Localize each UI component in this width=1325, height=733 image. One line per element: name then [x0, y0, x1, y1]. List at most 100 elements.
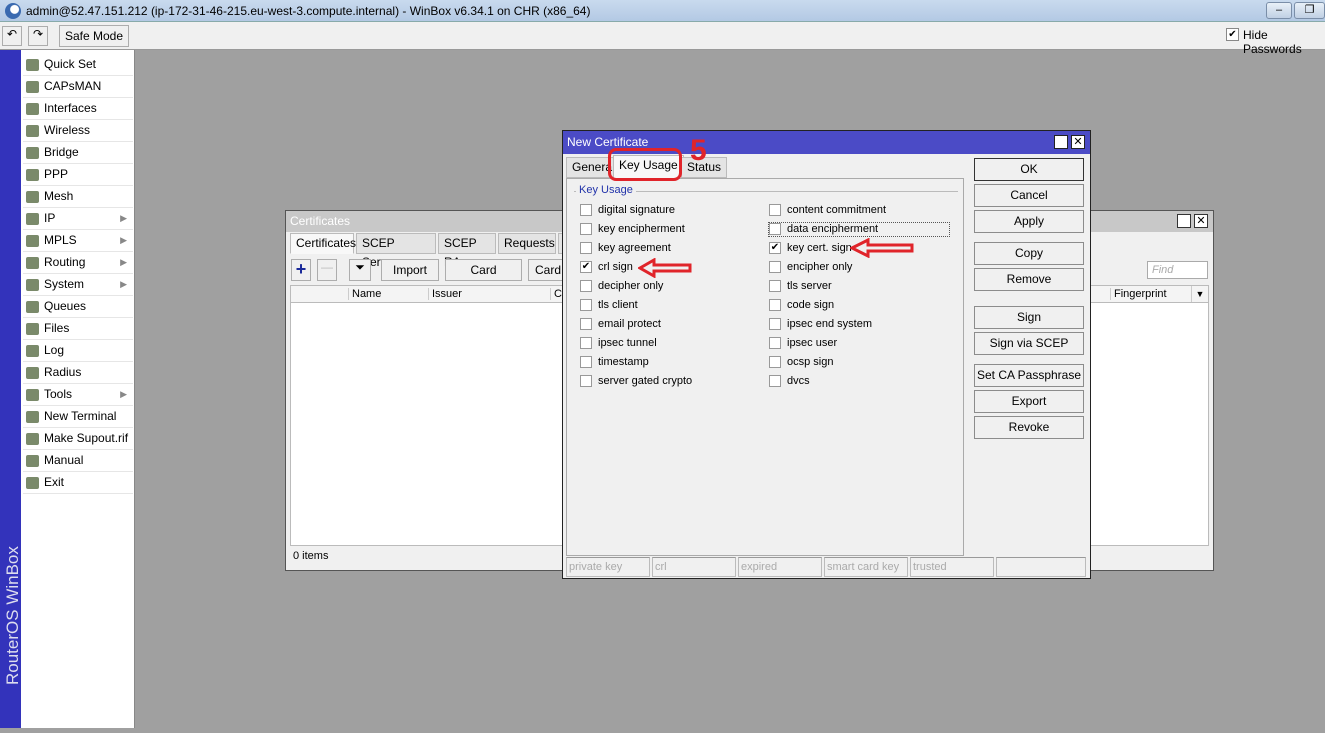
sidebar-item-radius[interactable]: Radius	[23, 362, 133, 384]
checkbox-box[interactable]	[769, 261, 781, 273]
checkbox-ipsec-tunnel[interactable]: ipsec tunnel	[580, 337, 657, 350]
column-fingerprint[interactable]: Fingerprint	[1110, 288, 1190, 300]
import-button[interactable]: Import	[381, 259, 439, 281]
copy-button[interactable]: Copy	[974, 242, 1084, 265]
checkbox-box[interactable]	[580, 337, 592, 349]
sidebar-item-routing[interactable]: Routing ▶	[23, 252, 133, 274]
checkbox-box[interactable]	[580, 242, 592, 254]
checkbox-crl-sign[interactable]: ✔ crl sign	[580, 261, 633, 274]
remove-button[interactable]: Remove	[974, 268, 1084, 291]
columns-dropdown[interactable]: ▼	[1191, 286, 1208, 302]
sidebar-item-queues[interactable]: Queues	[23, 296, 133, 318]
checkbox-box[interactable]	[769, 375, 781, 387]
column-issuer[interactable]: Issuer	[428, 288, 550, 300]
checkbox-key-cert-sign[interactable]: ✔ key cert. sign	[769, 242, 852, 255]
checkbox-box[interactable]	[769, 204, 781, 216]
checkbox-key-agreement[interactable]: key agreement	[580, 242, 671, 255]
redo-button[interactable]: ↷	[28, 26, 48, 46]
restore-button[interactable]: ❐	[1294, 2, 1325, 19]
checkbox-decipher-only[interactable]: decipher only	[580, 280, 663, 293]
find-input[interactable]: Find	[1147, 261, 1208, 279]
checkbox-box[interactable]	[580, 299, 592, 311]
sidebar-item-files[interactable]: Files	[23, 318, 133, 340]
checkbox-box[interactable]	[769, 223, 781, 235]
sidebar-item-mesh[interactable]: Mesh	[23, 186, 133, 208]
sidebar-item-bridge[interactable]: Bridge	[23, 142, 133, 164]
checkbox-content-commitment[interactable]: content commitment	[769, 204, 886, 217]
card-reinstall-button[interactable]: Card Reinstall	[445, 259, 522, 297]
filter-icon[interactable]: ⏷	[349, 259, 371, 281]
maximize-button[interactable]	[1177, 214, 1191, 228]
sidebar-item-capsman[interactable]: CAPsMAN	[23, 76, 133, 98]
sidebar-item-ppp[interactable]: PPP	[23, 164, 133, 186]
safe-mode-button[interactable]: Safe Mode	[59, 25, 129, 47]
checkbox-code-sign[interactable]: code sign	[769, 299, 834, 312]
checkbox-encipher-only[interactable]: encipher only	[769, 261, 852, 274]
checkbox-box[interactable]	[769, 280, 781, 292]
sidebar-item-tools[interactable]: Tools ▶	[23, 384, 133, 406]
annotation-highlight	[608, 148, 682, 181]
set-ca-passphrase-button[interactable]: Set CA Passphrase	[974, 364, 1084, 387]
ok-button[interactable]: OK	[974, 158, 1084, 181]
checkbox-box[interactable]	[769, 337, 781, 349]
sidebar-item-exit[interactable]: Exit	[23, 472, 133, 494]
checkbox-digital-signature[interactable]: digital signature	[580, 204, 675, 217]
checkbox-label: email protect	[598, 318, 661, 330]
checkbox-box[interactable]	[580, 280, 592, 292]
checkbox-box[interactable]	[580, 375, 592, 387]
checkbox-label: server gated crypto	[598, 375, 693, 387]
sidebar-item-wireless[interactable]: Wireless	[23, 120, 133, 142]
revoke-button[interactable]: Revoke	[974, 416, 1084, 439]
checkbox-tls-client[interactable]: tls client	[580, 299, 638, 312]
cancel-button[interactable]: Cancel	[974, 184, 1084, 207]
sidebar-menu: Quick Set CAPsMAN Interfaces Wireless Bridge…	[21, 50, 135, 728]
tab-requests[interactable]: Requests	[498, 233, 556, 254]
checkbox-ipsec-user[interactable]: ipsec user	[769, 337, 837, 350]
dialog-close-button[interactable]: ✕	[1071, 135, 1085, 149]
undo-button[interactable]: ↶	[2, 26, 22, 46]
sidebar-item-make-supout-rif[interactable]: Make Supout.rif	[23, 428, 133, 450]
tab-scep-servers[interactable]: SCEP Servers	[356, 233, 436, 269]
checkbox-box[interactable]	[769, 299, 781, 311]
sidebar-item-label: New Terminal	[44, 409, 117, 423]
close-button[interactable]: ✕	[1194, 214, 1208, 228]
sidebar-item-mpls[interactable]: MPLS ▶	[23, 230, 133, 252]
checkbox-email-protect[interactable]: email protect	[580, 318, 661, 331]
checkbox-dvcs[interactable]: dvcs	[769, 375, 810, 388]
mpls-icon	[26, 235, 39, 247]
checkbox-key-encipherment[interactable]: key encipherment	[580, 223, 685, 236]
export-button[interactable]: Export	[974, 390, 1084, 413]
sidebar-item-interfaces[interactable]: Interfaces	[23, 98, 133, 120]
checkbox-box[interactable]	[580, 204, 592, 216]
remove-button[interactable]: —	[317, 259, 337, 281]
checkbox-timestamp[interactable]: timestamp	[580, 356, 649, 369]
sign-button[interactable]: Sign	[974, 306, 1084, 329]
sidebar-item-new-terminal[interactable]: New Terminal	[23, 406, 133, 428]
tab-certificates[interactable]: Certificates	[290, 233, 356, 254]
checkbox-ipsec-end-system[interactable]: ipsec end system	[769, 318, 872, 331]
checkbox-data-encipherment[interactable]: data encipherment	[768, 222, 950, 237]
sign-via-scep-button[interactable]: Sign via SCEP	[974, 332, 1084, 355]
checkbox-box[interactable]	[769, 356, 781, 368]
apply-button[interactable]: Apply	[974, 210, 1084, 233]
sidebar-item-log[interactable]: Log	[23, 340, 133, 362]
checkbox-tls-server[interactable]: tls server	[769, 280, 832, 293]
hide-passwords-checkbox[interactable]: ✔	[1226, 28, 1239, 41]
sidebar-item-manual[interactable]: Manual	[23, 450, 133, 472]
add-button[interactable]: +	[291, 259, 311, 281]
sidebar-item-ip[interactable]: IP ▶	[23, 208, 133, 230]
checkbox-box[interactable]	[769, 318, 781, 330]
tab-scep-ra[interactable]: SCEP RA	[438, 233, 496, 269]
checkbox-ocsp-sign[interactable]: ocsp sign	[769, 356, 833, 369]
minimize-button[interactable]: –	[1266, 2, 1292, 19]
checkbox-box[interactable]	[580, 356, 592, 368]
sidebar-item-quick-set[interactable]: Quick Set	[23, 54, 133, 76]
sidebar-item-system[interactable]: System ▶	[23, 274, 133, 296]
dialog-maximize-button[interactable]	[1054, 135, 1068, 149]
checkbox-server-gated-crypto[interactable]: server gated crypto	[580, 375, 692, 388]
checkbox-box[interactable]: ✔	[580, 261, 592, 273]
checkbox-box[interactable]	[580, 318, 592, 330]
checkbox-box[interactable]	[580, 223, 592, 235]
checkbox-box[interactable]: ✔	[769, 242, 781, 254]
column-name[interactable]: Name	[348, 288, 428, 300]
